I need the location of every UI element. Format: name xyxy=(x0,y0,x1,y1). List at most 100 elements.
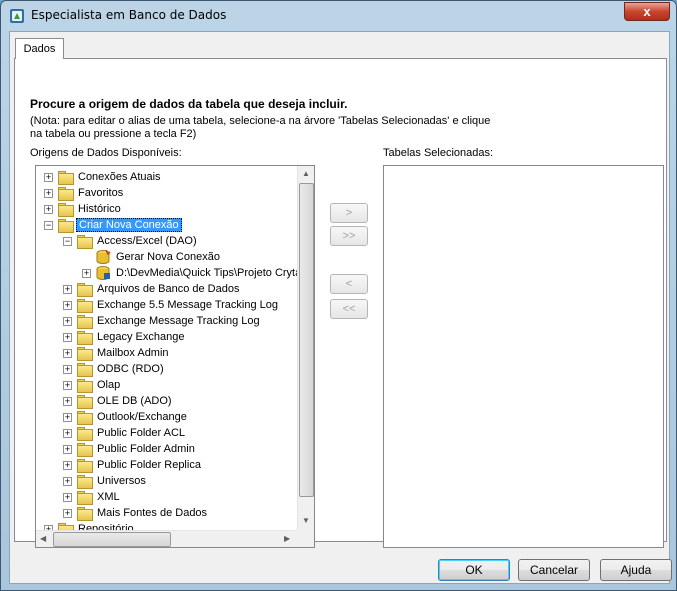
close-button[interactable]: x xyxy=(624,2,670,21)
tree-item[interactable]: + Favoritos xyxy=(44,185,125,201)
tree-horizontal-scrollbar[interactable]: ◀ ▶ xyxy=(36,530,297,547)
collapse-icon[interactable]: − xyxy=(44,220,53,230)
expand-icon[interactable]: + xyxy=(63,284,72,294)
title-bar[interactable]: Especialista em Banco de Dados x xyxy=(1,1,676,31)
folder-icon xyxy=(76,427,93,441)
tree-item[interactable]: + Public Folder ACL xyxy=(63,425,187,441)
expand-icon[interactable]: + xyxy=(63,508,72,518)
folder-icon xyxy=(76,459,93,473)
tree-item[interactable]: + Mais Fontes de Dados xyxy=(63,505,209,521)
folder-icon xyxy=(76,491,93,505)
tree-item[interactable]: + Conexões Atuais xyxy=(44,169,163,185)
tree-item-label: Legacy Exchange xyxy=(97,331,185,343)
tree-item[interactable]: + D:\DevMedia\Quick Tips\Projeto Cryta xyxy=(82,265,297,281)
tree-item-label: D:\DevMedia\Quick Tips\Projeto Cryta xyxy=(116,267,297,279)
scroll-left-icon[interactable]: ◀ xyxy=(40,534,46,543)
folder-icon xyxy=(76,443,93,457)
expand-icon[interactable]: + xyxy=(63,460,72,470)
tree-item-label: Arquivos de Banco de Dados xyxy=(97,283,240,295)
help-button[interactable]: Ajuda xyxy=(600,559,672,581)
expand-icon[interactable]: + xyxy=(63,396,72,406)
folder-icon xyxy=(76,395,93,409)
tree-item[interactable]: + Arquivos de Banco de Dados xyxy=(63,281,241,297)
window-title: Especialista em Banco de Dados xyxy=(31,8,227,22)
cancel-button[interactable]: Cancelar xyxy=(518,559,590,581)
folder-icon xyxy=(76,379,93,393)
database-file-icon xyxy=(96,266,110,280)
tab-panel: Procure a origem de dados da tabela que … xyxy=(14,58,667,548)
tree-item[interactable]: + XML xyxy=(63,489,122,505)
selected-tables-tree[interactable] xyxy=(383,165,664,548)
scroll-right-icon[interactable]: ▶ xyxy=(284,534,290,543)
tree-item[interactable]: − Access/Excel (DAO) xyxy=(63,233,199,249)
expand-icon[interactable]: + xyxy=(63,412,72,422)
folder-icon xyxy=(57,187,74,201)
expand-icon[interactable]: + xyxy=(44,188,53,198)
vertical-scroll-thumb[interactable] xyxy=(299,183,314,497)
tree-item-label: Mailbox Admin xyxy=(97,347,169,359)
tree-item[interactable]: + Histórico xyxy=(44,201,123,217)
tree-vertical-scrollbar[interactable]: ▲ ▼ xyxy=(297,166,314,530)
folder-icon xyxy=(57,171,74,185)
folder-icon xyxy=(76,331,93,345)
expand-icon[interactable]: + xyxy=(63,428,72,438)
tree-item[interactable]: + Legacy Exchange xyxy=(63,329,186,345)
expand-icon[interactable]: + xyxy=(63,332,72,342)
ok-button[interactable]: OK xyxy=(438,559,510,581)
tree-item[interactable]: + OLE DB (ADO) xyxy=(63,393,174,409)
tree-item-label: Public Folder Admin xyxy=(97,443,195,455)
folder-icon xyxy=(57,219,74,233)
add-table-button[interactable]: > xyxy=(330,203,368,223)
tree-item-label: Access/Excel (DAO) xyxy=(97,235,197,247)
expand-icon[interactable]: + xyxy=(63,348,72,358)
scroll-down-icon[interactable]: ▼ xyxy=(302,516,310,525)
tree-item[interactable]: + Exchange 5.5 Message Tracking Log xyxy=(63,297,280,313)
tree-item-label: Public Folder ACL xyxy=(97,427,186,439)
folder-icon xyxy=(76,299,93,313)
tree-item[interactable]: + Public Folder Replica xyxy=(63,457,203,473)
expand-icon[interactable]: + xyxy=(63,444,72,454)
expand-icon[interactable]: + xyxy=(44,172,53,182)
data-sources-tree[interactable]: + Conexões Atuais + Favoritos + Histórico − Cri… xyxy=(35,165,315,548)
tree-item[interactable]: Gerar Nova Conexão xyxy=(82,249,222,265)
note-line: na tabela ou pressione a tecla F2) xyxy=(30,128,197,140)
add-all-tables-button[interactable]: >> xyxy=(330,226,368,246)
tree-item[interactable]: + ODBC (RDO) xyxy=(63,361,166,377)
tree-item-label: Exchange Message Tracking Log xyxy=(97,315,260,327)
expand-icon[interactable]: + xyxy=(82,268,91,278)
tree-item[interactable]: + Outlook/Exchange xyxy=(63,409,189,425)
expand-icon[interactable]: + xyxy=(63,300,72,310)
tree-item[interactable]: + Universos xyxy=(63,473,148,489)
expand-icon[interactable]: + xyxy=(63,492,72,502)
tree-item[interactable]: + Olap xyxy=(63,377,122,393)
app-icon xyxy=(10,9,24,23)
scroll-up-icon[interactable]: ▲ xyxy=(302,169,310,178)
tree-item-label: Gerar Nova Conexão xyxy=(116,251,220,263)
remove-all-tables-button[interactable]: << xyxy=(330,299,368,319)
selected-tables-label: Tabelas Selecionadas: xyxy=(383,147,494,159)
expand-icon[interactable]: + xyxy=(63,476,72,486)
expand-icon[interactable]: + xyxy=(63,380,72,390)
folder-icon xyxy=(76,283,93,297)
tree-item-label: ODBC (RDO) xyxy=(97,363,164,375)
instruction-text: Procure a origem de dados da tabela que … xyxy=(30,97,348,111)
tree-item-label: Exchange 5.5 Message Tracking Log xyxy=(97,299,279,311)
tree-item[interactable]: + Public Folder Admin xyxy=(63,441,197,457)
tree-item[interactable]: + Repositório xyxy=(44,521,136,530)
tree-item[interactable]: + Exchange Message Tracking Log xyxy=(63,313,262,329)
tab-dados[interactable]: Dados xyxy=(15,38,64,59)
remove-table-button[interactable]: < xyxy=(330,274,368,294)
folder-icon xyxy=(57,523,74,530)
horizontal-scroll-thumb[interactable] xyxy=(53,532,171,547)
tree-item[interactable]: + Mailbox Admin xyxy=(63,345,171,361)
tree-item-label: OLE DB (ADO) xyxy=(97,395,172,407)
tree-item-label: Histórico xyxy=(78,203,121,215)
expand-icon[interactable]: + xyxy=(44,204,53,214)
tree-item[interactable]: − Criar Nova Conexão xyxy=(44,217,182,233)
expand-icon[interactable]: + xyxy=(63,316,72,326)
folder-icon xyxy=(76,475,93,489)
tree-item-label: Criar Nova Conexão xyxy=(76,218,182,232)
tree-item-label: Conexões Atuais xyxy=(78,171,161,183)
expand-icon[interactable]: + xyxy=(63,364,72,374)
collapse-icon[interactable]: − xyxy=(63,236,72,246)
